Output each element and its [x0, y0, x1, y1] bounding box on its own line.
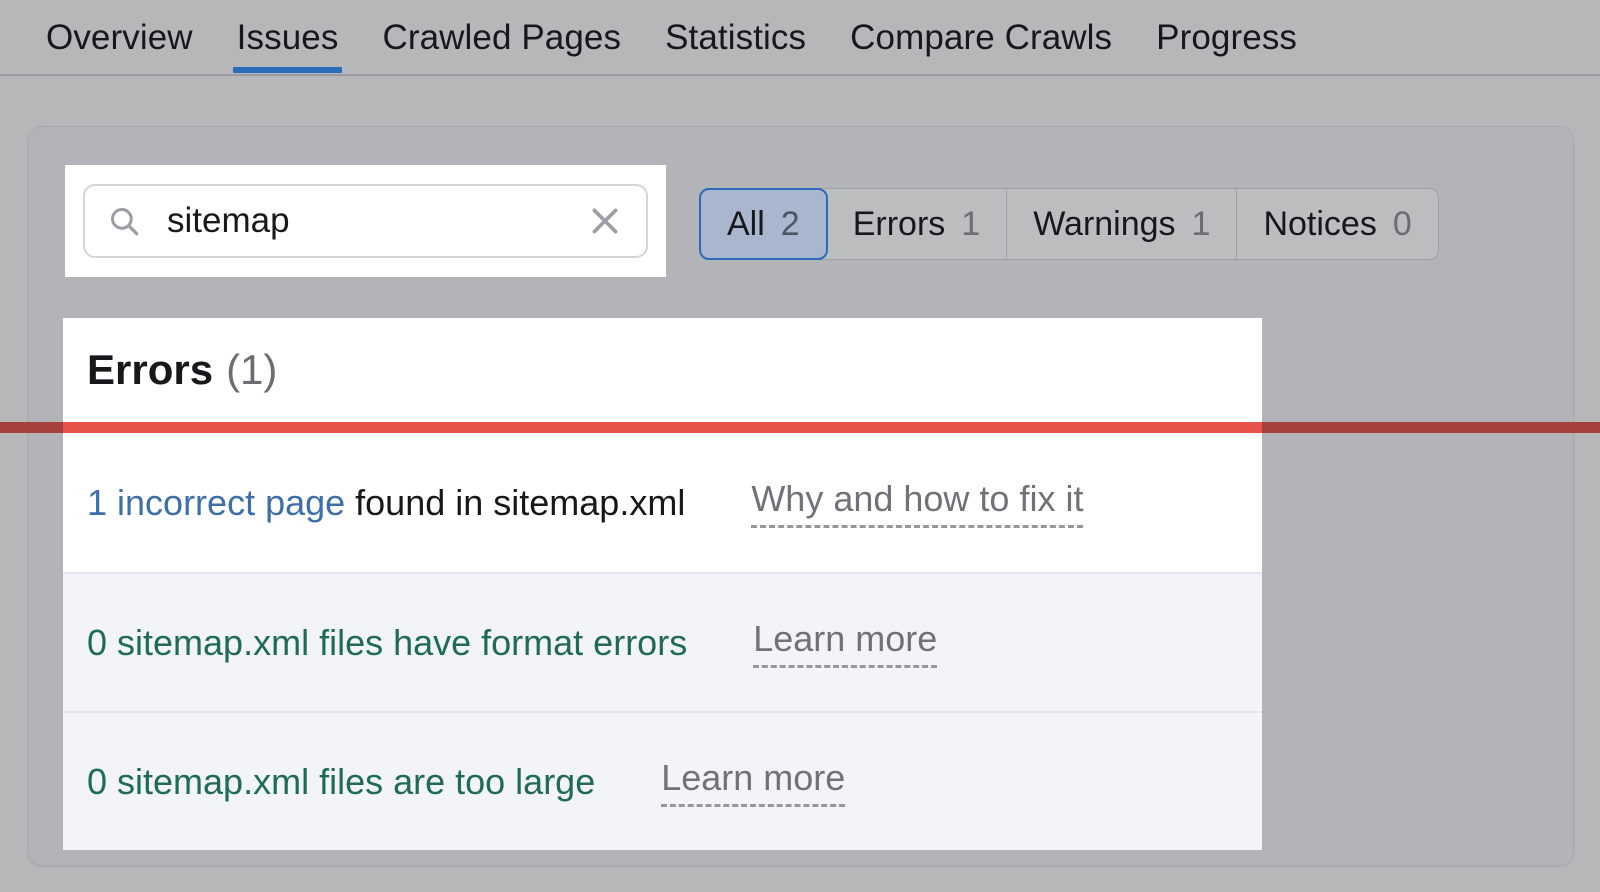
issues-highlight-region: Errors (1) 1 incorrect page found in sit…: [63, 318, 1262, 850]
issues-section-header: Errors (1): [63, 318, 1262, 422]
filter-tab-count: 2: [780, 204, 800, 243]
issue-description-rest: found in sitemap.xml: [345, 481, 686, 523]
issue-count-link: 0 sitemap.xml files have format errors: [87, 621, 688, 663]
close-icon[interactable]: [588, 204, 622, 238]
nav-tab-label: Statistics: [665, 18, 807, 57]
filter-tab-all[interactable]: All 2: [699, 188, 828, 260]
table-row[interactable]: 0 sitemap.xml files are too large Learn …: [63, 711, 1262, 850]
table-row[interactable]: 0 sitemap.xml files have format errors L…: [63, 572, 1262, 711]
nav-tab-overview[interactable]: Overview: [24, 0, 215, 76]
severity-filter-tabs: All 2 Errors 1 Warnings 1 Notices 0: [699, 188, 1439, 260]
issue-help-link[interactable]: Learn more: [661, 757, 846, 807]
issue-count-link: 0 sitemap.xml files are too large: [87, 760, 596, 802]
nav-tab-progress[interactable]: Progress: [1134, 0, 1319, 76]
nav-tab-label: Issues: [236, 18, 339, 57]
search-highlight-region: sitemap: [65, 165, 666, 277]
issue-help-link[interactable]: Why and how to fix it: [751, 478, 1084, 528]
search-input-value: sitemap: [167, 201, 290, 240]
issues-section-count: (1): [226, 346, 278, 393]
filter-tab-notices[interactable]: Notices 0: [1237, 189, 1437, 259]
nav-tab-label: Overview: [46, 18, 193, 57]
search-input[interactable]: sitemap: [83, 184, 648, 258]
issue-help-link[interactable]: Learn more: [753, 618, 938, 668]
issues-section-title: Errors: [87, 346, 214, 393]
filter-tab-count: 0: [1392, 204, 1412, 243]
issue-count-link[interactable]: 1 incorrect page: [87, 482, 345, 523]
nav-tab-label: Crawled Pages: [382, 18, 622, 57]
filter-tab-label: Warnings: [1033, 204, 1176, 243]
primary-navigation: Overview Issues Crawled Pages Statistics…: [0, 0, 1600, 76]
nav-tab-crawled-pages[interactable]: Crawled Pages: [360, 0, 643, 76]
issue-description: 0 sitemap.xml files have format errors: [87, 622, 687, 664]
table-row[interactable]: 1 incorrect page found in sitemap.xml Wh…: [63, 433, 1262, 572]
issue-description: 0 sitemap.xml files are too large: [87, 761, 595, 803]
severity-rule: [63, 422, 1262, 433]
filter-tab-label: Errors: [852, 204, 946, 243]
issue-description: 1 incorrect page found in sitemap.xml: [87, 482, 685, 524]
filter-tab-warnings[interactable]: Warnings 1: [1007, 189, 1238, 259]
nav-tab-label: Progress: [1156, 18, 1298, 57]
filter-tab-errors[interactable]: Errors 1: [827, 189, 1008, 259]
nav-tab-issues[interactable]: Issues: [215, 0, 361, 76]
filter-tab-count: 1: [961, 204, 981, 243]
filter-tab-label: Notices: [1263, 204, 1377, 243]
search-icon: [111, 208, 139, 236]
nav-tab-compare-crawls[interactable]: Compare Crawls: [828, 0, 1134, 76]
nav-tab-statistics[interactable]: Statistics: [643, 0, 828, 76]
nav-tab-label: Compare Crawls: [850, 18, 1113, 57]
primary-navigation-tabs: Overview Issues Crawled Pages Statistics…: [0, 0, 1600, 76]
filter-tab-label: All: [727, 204, 765, 243]
filter-tab-count: 1: [1191, 204, 1211, 243]
